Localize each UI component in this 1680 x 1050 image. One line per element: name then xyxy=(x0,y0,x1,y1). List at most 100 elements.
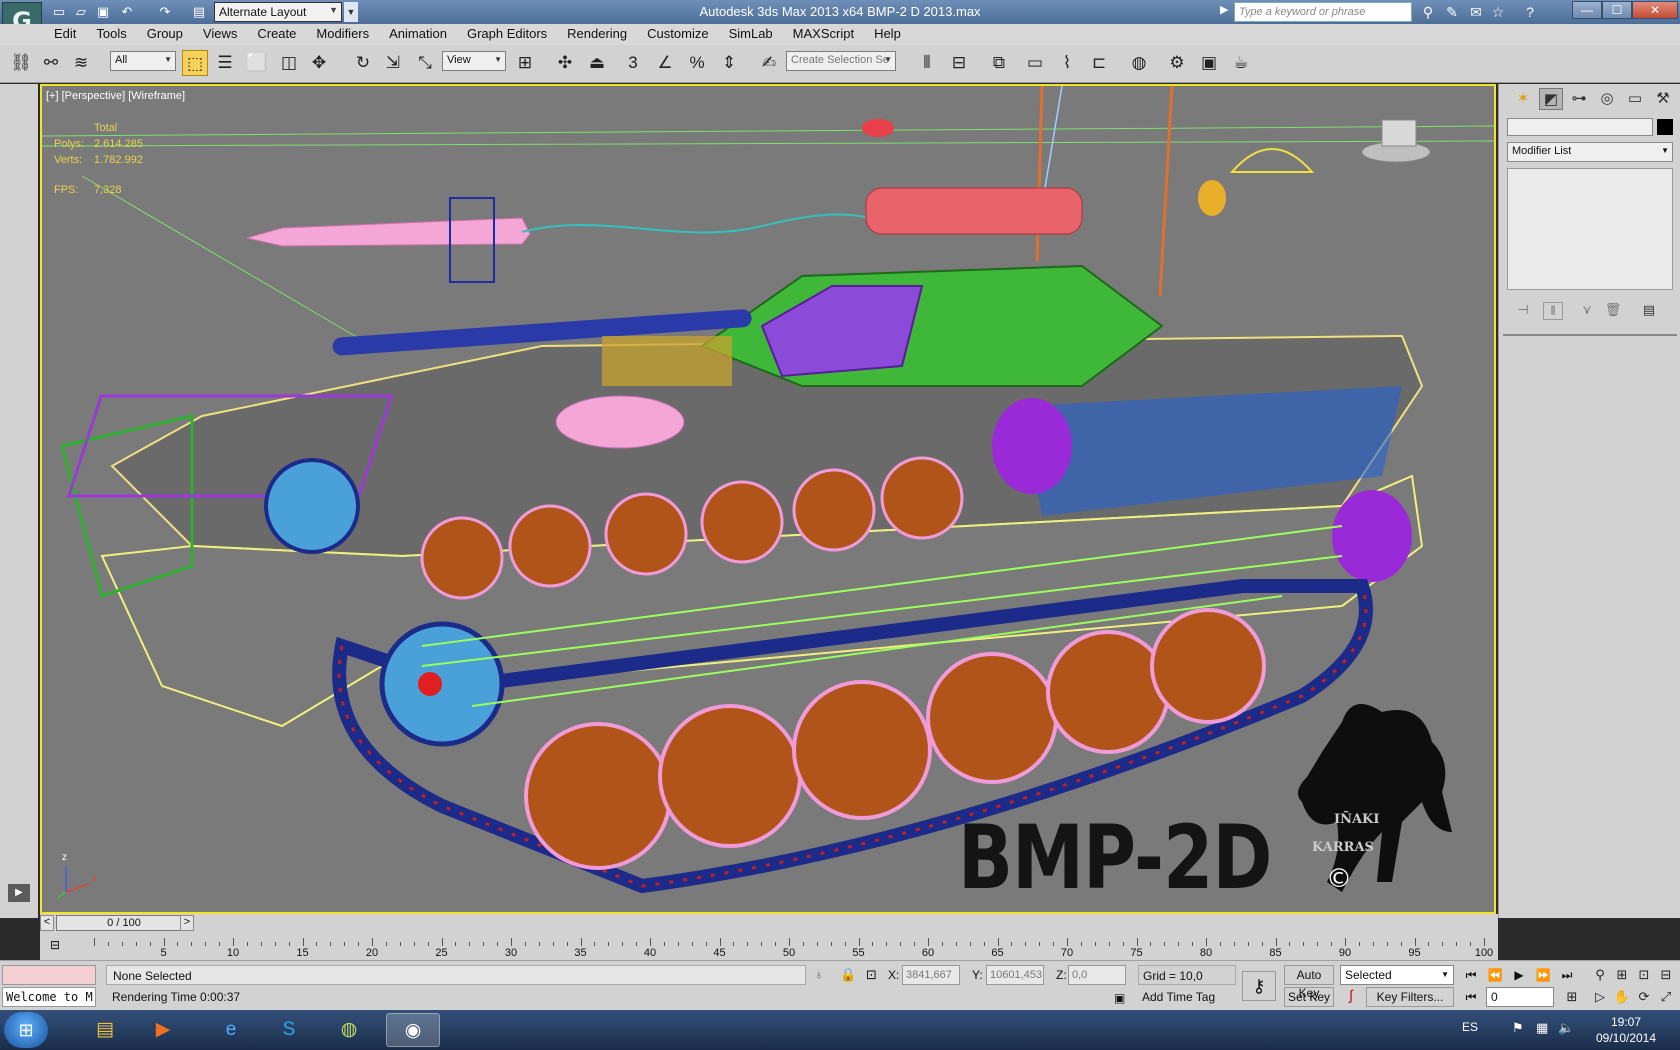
viewport-label[interactable]: [+] [Perspective] [Wireframe] xyxy=(46,90,185,102)
object-name-field[interactable] xyxy=(1507,118,1653,136)
display-tab[interactable]: ▭ xyxy=(1623,88,1647,110)
angle-snap-icon[interactable]: ∠ xyxy=(652,50,678,76)
close-button[interactable]: ✕ xyxy=(1632,1,1678,19)
pivot-center-icon[interactable]: ⊞ xyxy=(512,50,538,76)
named-selection-dropdown[interactable]: Create Selection Se ▼ xyxy=(786,51,896,71)
x-coordinate-field[interactable]: 3841,667 xyxy=(902,965,960,985)
menu-maxscript[interactable]: MAXScript xyxy=(783,24,864,41)
render-setup-icon[interactable]: ⚙ xyxy=(1164,50,1190,76)
minimize-button[interactable]: — xyxy=(1572,1,1602,19)
selection-region-icon[interactable]: ⬜ xyxy=(244,50,270,76)
maxscript-mini-listener-top[interactable] xyxy=(2,965,96,985)
maximize-button[interactable]: ☐ xyxy=(1602,1,1632,19)
menu-tools[interactable]: Tools xyxy=(86,24,136,41)
zoom-extents-all-icon[interactable]: ⊟ xyxy=(1656,965,1676,985)
select-by-name-icon[interactable]: ☰ xyxy=(212,50,238,76)
configure-modifier-sets-icon[interactable]: ▤ xyxy=(1639,302,1659,320)
graphite-ribbon-icon[interactable]: ▭ xyxy=(1022,50,1048,76)
volume-icon[interactable]: 🔈 xyxy=(1558,1020,1574,1036)
zoom-all-icon[interactable]: ⊞ xyxy=(1612,965,1632,985)
menu-help[interactable]: Help xyxy=(864,24,911,41)
search-input[interactable]: Type a keyword or phrase xyxy=(1234,2,1412,22)
select-move-icon[interactable]: ✥ xyxy=(306,50,332,76)
time-tag-icon[interactable]: ▣ xyxy=(1114,991,1125,1005)
favorites-star-icon[interactable]: ☆ xyxy=(1488,3,1508,21)
bind-space-warp-icon[interactable]: ≋ xyxy=(68,50,94,76)
scale-icon[interactable]: ⤡ xyxy=(412,50,438,76)
menu-views[interactable]: Views xyxy=(193,24,247,41)
project-folder-icon[interactable]: ▤ xyxy=(190,3,208,21)
align-icon[interactable]: ⊟ xyxy=(946,50,972,76)
link-icon[interactable]: ⛓ xyxy=(8,50,34,76)
frame-ruler[interactable]: 5 10 15 20 25 30 35 40 45 50 55 60 65 70 75 80 85 90 95 100 xyxy=(94,932,1493,960)
reference-coordinate-dropdown[interactable]: View ▼ xyxy=(442,51,506,71)
menu-customize[interactable]: Customize xyxy=(637,24,718,41)
perspective-viewport[interactable]: [+] [Perspective] [Wireframe] Total Poly… xyxy=(40,84,1496,914)
previous-frame-icon[interactable]: ⏪ xyxy=(1484,965,1506,985)
open-file-icon[interactable]: ▱ xyxy=(72,3,90,21)
mini-curve-editor-icon[interactable]: ⊟ xyxy=(50,938,70,954)
menu-modifiers[interactable]: Modifiers xyxy=(306,24,379,41)
workspace-dropdown[interactable]: Alternate Layout ▼ xyxy=(214,2,342,22)
percent-snap-icon[interactable]: % xyxy=(684,50,710,76)
time-slider-next[interactable]: > xyxy=(180,915,194,931)
select-scale-icon[interactable]: ⇲ xyxy=(380,50,406,76)
field-of-view-icon[interactable]: ▷ xyxy=(1590,987,1610,1007)
hierarchy-tab[interactable]: ⊶ xyxy=(1567,88,1591,110)
menu-group[interactable]: Group xyxy=(137,24,193,41)
edit-named-selection-icon[interactable]: ✍ xyxy=(756,50,782,76)
material-editor-icon[interactable]: ◍ xyxy=(1126,50,1152,76)
snaps-toggle-icon[interactable]: 3 xyxy=(620,50,646,76)
modifier-stack[interactable] xyxy=(1507,168,1673,290)
rendered-frame-window-icon[interactable]: ▣ xyxy=(1196,50,1222,76)
key-mode-toggle-icon[interactable]: ⏮ xyxy=(1460,987,1482,1007)
modifier-list-dropdown[interactable]: Modifier List ▼ xyxy=(1507,142,1673,162)
system-clock[interactable]: 19:07 09/10/2014 xyxy=(1588,1014,1664,1046)
show-end-result-icon[interactable]: ‖ xyxy=(1543,302,1563,320)
flag-icon[interactable]: ⚑ xyxy=(1512,1020,1524,1036)
selection-filter-dropdown[interactable]: All ▼ xyxy=(110,51,176,71)
schematic-view-icon[interactable]: ⊏ xyxy=(1086,50,1112,76)
set-key-icon[interactable]: ⚷ xyxy=(1242,971,1276,1001)
explorer-icon[interactable]: ▤ xyxy=(78,1013,132,1047)
go-to-start-icon[interactable]: ⏮ xyxy=(1460,965,1482,985)
absolute-transform-icon[interactable]: ⊡ xyxy=(866,967,877,983)
default-in-out-tangent-icon[interactable]: ∫ xyxy=(1340,987,1362,1007)
save-icon[interactable]: ▣ xyxy=(94,3,112,21)
select-rotate-icon[interactable]: ↻ xyxy=(350,50,376,76)
play-icon[interactable]: ▶ xyxy=(1508,965,1530,985)
spinner-snap-icon[interactable]: ⇕ xyxy=(716,50,742,76)
time-slider-thumb[interactable]: 0 / 100 xyxy=(56,915,192,931)
isolate-selection-icon[interactable]: ♁ xyxy=(814,967,824,982)
subscription-icon[interactable]: ✎ xyxy=(1442,3,1462,21)
new-file-icon[interactable]: ▭ xyxy=(50,3,68,21)
current-frame-field[interactable]: 0 xyxy=(1486,987,1554,1007)
zoom-icon[interactable]: ⚲ xyxy=(1590,965,1610,985)
workspace-menu-button[interactable]: ▼ xyxy=(344,2,358,22)
set-key-button[interactable]: Set Key xyxy=(1284,987,1334,1007)
create-tab[interactable]: ✶ xyxy=(1511,88,1535,110)
motion-tab[interactable]: ◎ xyxy=(1595,88,1619,110)
maxscript-mini-listener[interactable]: Welcome to M xyxy=(2,987,96,1007)
skype-icon[interactable]: S xyxy=(262,1013,316,1047)
start-button[interactable]: ⊞ xyxy=(4,1012,48,1048)
zoom-extents-icon[interactable]: ⊡ xyxy=(1634,965,1654,985)
time-configuration-icon[interactable]: ⊞ xyxy=(1562,987,1582,1007)
utilities-tab[interactable]: ⚒ xyxy=(1651,88,1675,110)
object-color-swatch[interactable] xyxy=(1657,119,1673,135)
communication-icon[interactable]: ✉ xyxy=(1466,3,1486,21)
menu-create[interactable]: Create xyxy=(247,24,306,41)
remove-modifier-icon[interactable]: 🗑 xyxy=(1603,302,1623,320)
y-coordinate-field[interactable]: 10601,453 xyxy=(986,965,1044,985)
next-frame-icon[interactable]: ⏩ xyxy=(1532,965,1554,985)
render-production-icon[interactable]: ☕ xyxy=(1228,50,1254,76)
media-player-icon[interactable]: ▶ xyxy=(136,1013,190,1047)
network-icon[interactable]: ▦ xyxy=(1536,1020,1548,1036)
add-time-tag-button[interactable]: Add Time Tag xyxy=(1138,987,1236,1007)
expand-panel-icon[interactable]: ▶ xyxy=(8,884,30,902)
time-slider[interactable]: < 0 / 100 > xyxy=(40,914,1498,932)
mirror-icon[interactable]: ⫴ xyxy=(914,50,940,76)
menu-graph-editors[interactable]: Graph Editors xyxy=(457,24,557,41)
track-bar[interactable]: ⊟ 5 10 15 20 25 30 35 40 45 50 55 60 65 70 75 80 85 90 95 1… xyxy=(40,932,1498,960)
redo-icon[interactable]: ↷ xyxy=(156,3,174,21)
